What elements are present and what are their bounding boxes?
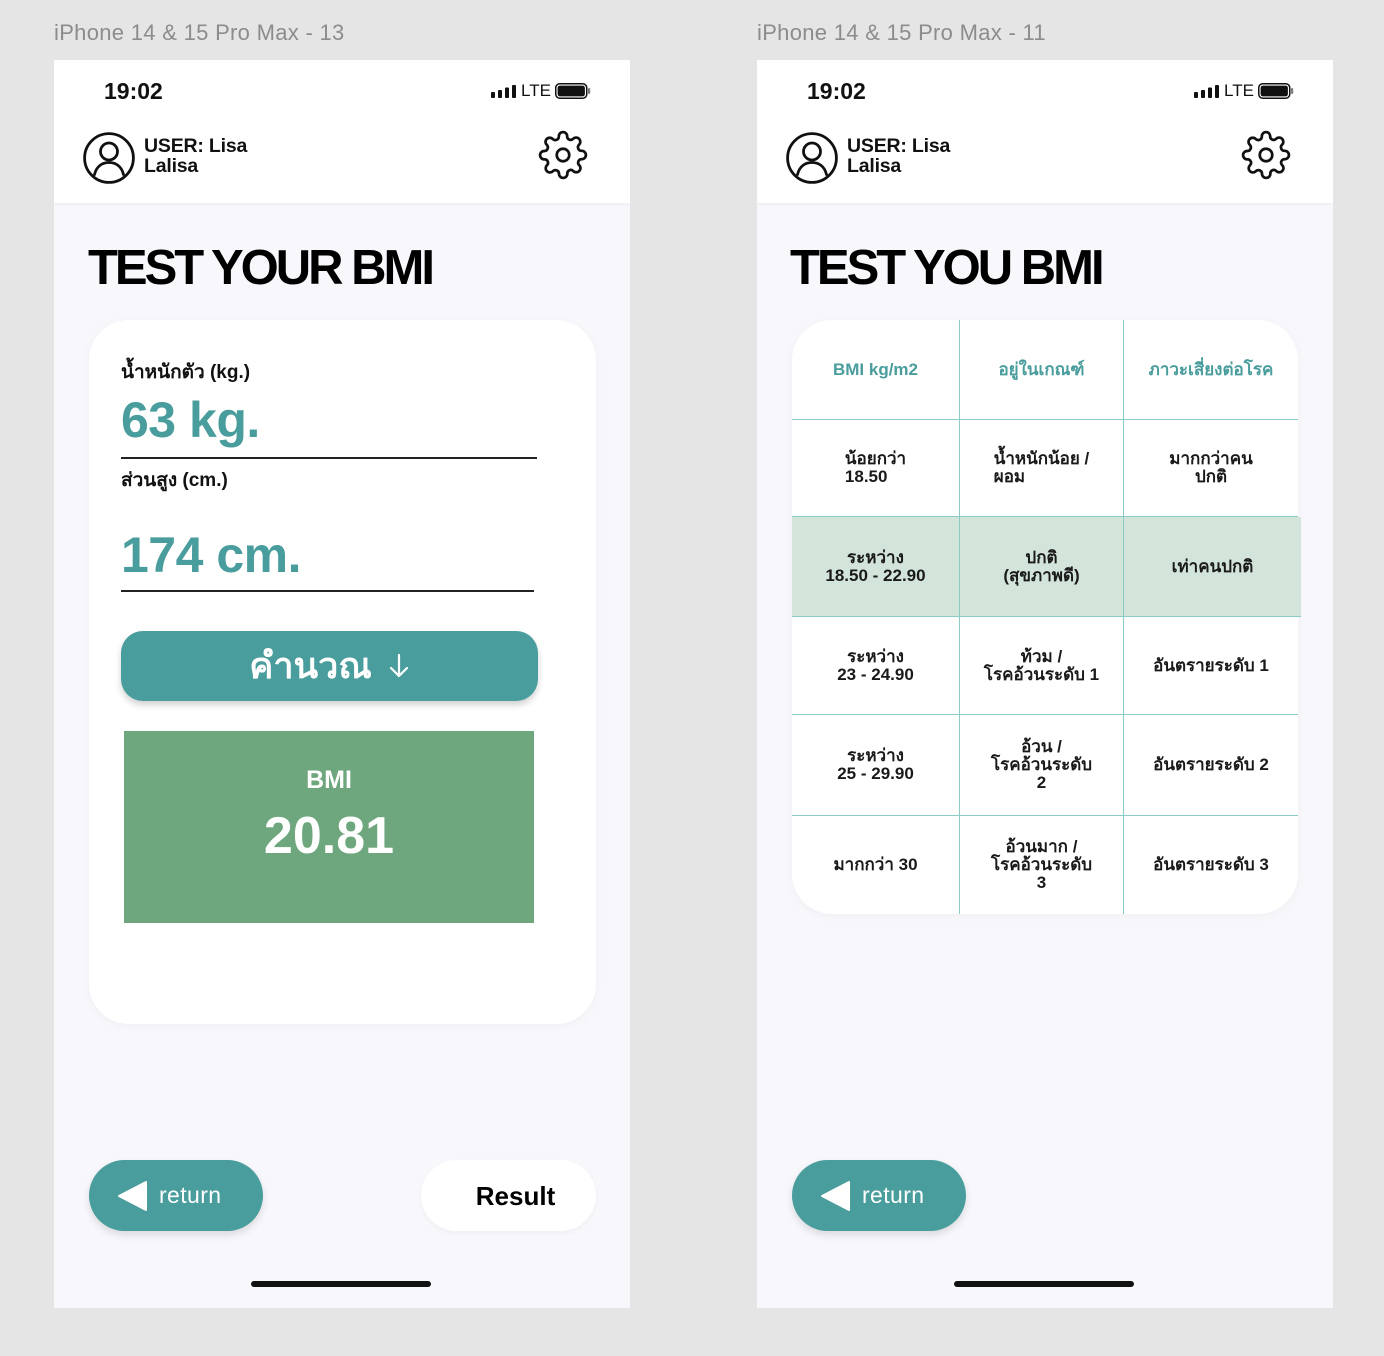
height-field[interactable]: 174 cm. — [121, 527, 301, 583]
arrow-down-icon — [389, 653, 408, 678]
page-title: TEST YOU BMI — [790, 241, 1105, 295]
table-cell-risk: อันตรายระดับ 1 — [1124, 617, 1298, 715]
bmi-criteria-table: BMI kg/m2 อยู่ในเกณฑ์ ภาวะเสี่ยงต่อโรค น… — [792, 320, 1301, 914]
result-button-label: Result — [475, 1180, 556, 1211]
weight-field-underline — [121, 457, 537, 459]
page-title: TEST YOUR BMI — [88, 241, 435, 295]
table-cell-risk: เท่าคนปกติ — [1124, 517, 1301, 617]
return-button[interactable]: return — [792, 1160, 966, 1231]
height-label: ส่วนสูง (cm.) — [121, 470, 228, 491]
bmi-form-card: น้ำหนักตัว (kg.) 63 kg. ส่วนสูง (cm.) 17… — [89, 320, 596, 1024]
table-cell-bmi: ระหว่าง 23 - 24.90 — [792, 617, 960, 715]
phone-screen-bmi-table: 19:02 LTE USER: Lisa Lalisa TEST YOU BMI — [757, 60, 1333, 1308]
home-indicator[interactable] — [251, 1281, 431, 1287]
height-field-underline — [121, 590, 534, 592]
frame-label: iPhone 14 & 15 Pro Max - 13 — [54, 20, 345, 45]
user-name-line2: Lalisa — [847, 155, 902, 177]
signal-icon — [491, 85, 516, 98]
status-time: 19:02 — [104, 78, 163, 104]
phone-screen-bmi-calculator: 19:02 LTE USER: Lisa Lalisa TEST YOUR BM… — [54, 60, 630, 1308]
table-cell-category: อ้วนมาก / โรคอ้วนระดับ 3 — [960, 816, 1124, 914]
table-cell-bmi: ระหว่าง 18.50 - 22.90 — [792, 517, 960, 617]
return-button[interactable]: return — [89, 1160, 263, 1231]
user-name: USER: Lisa Lalisa — [847, 136, 950, 176]
table-cell-category: ปกติ (สุขภาพดี) — [960, 517, 1124, 617]
return-button-label: return — [159, 1182, 222, 1208]
table-cell-category: ท้วม / โรคอ้วนระดับ 1 — [960, 617, 1124, 715]
table-cell-risk: อันตรายระดับ 2 — [1124, 715, 1298, 816]
table-cell-category: อ้วน / โรคอ้วนระดับ 2 — [960, 715, 1124, 816]
weight-field[interactable]: 63 kg. — [121, 392, 260, 448]
frame-label: iPhone 14 & 15 Pro Max - 11 — [757, 20, 1046, 45]
user-name-line1: USER: Lisa — [847, 135, 951, 157]
triangle-left-icon — [118, 1181, 147, 1211]
calculate-button-label: คำนวณ — [249, 645, 372, 686]
table-cell-risk: อันตรายระดับ 3 — [1153, 855, 1269, 874]
user-name: USER: Lisa Lalisa — [144, 136, 247, 176]
result-button[interactable]: Result — [421, 1160, 596, 1231]
calculate-button[interactable]: คำนวณ — [121, 631, 538, 701]
table-cell-category: น้ำหนักน้อย / ผอม — [960, 420, 1124, 517]
app-header: 19:02 LTE USER: Lisa Lalisa — [757, 60, 1333, 203]
battery-icon — [555, 83, 591, 99]
battery-icon — [1258, 83, 1294, 99]
network-label: LTE — [1224, 81, 1254, 100]
gear-icon[interactable] — [538, 130, 588, 180]
status-time: 19:02 — [807, 78, 866, 104]
signal-icon — [1194, 85, 1219, 98]
bmi-result-value: 20.81 — [263, 807, 395, 865]
user-name-line2: Lalisa — [144, 155, 199, 177]
table-cell-bmi: มากกว่า 30 — [792, 816, 960, 914]
return-button-label: return — [862, 1182, 925, 1208]
table-header-cell: ภาวะเสี่ยงต่อโรค — [1124, 320, 1298, 420]
table-cell-bmi: ระหว่าง 25 - 29.90 — [792, 715, 960, 816]
table-header-cell: BMI kg/m2 — [792, 320, 960, 420]
table-header-cell: อยู่ในเกณฑ์ — [960, 320, 1124, 420]
bmi-result-label: BMI — [306, 766, 352, 794]
user-circle-icon[interactable] — [786, 132, 838, 184]
network-label: LTE — [521, 81, 551, 100]
bmi-result-panel: BMI 20.81 — [124, 731, 534, 923]
triangle-left-icon — [821, 1181, 850, 1211]
table-cell-bmi: น้อยกว่า 18.50 — [792, 420, 960, 517]
user-circle-icon[interactable] — [83, 132, 135, 184]
table-cell-risk: มากกว่าคน ปกติ — [1124, 420, 1298, 517]
user-name-line1: USER: Lisa — [144, 135, 248, 157]
weight-label: น้ำหนักตัว (kg.) — [121, 362, 251, 383]
app-header: 19:02 LTE USER: Lisa Lalisa — [54, 60, 630, 203]
home-indicator[interactable] — [954, 1281, 1134, 1287]
gear-icon[interactable] — [1241, 130, 1291, 180]
